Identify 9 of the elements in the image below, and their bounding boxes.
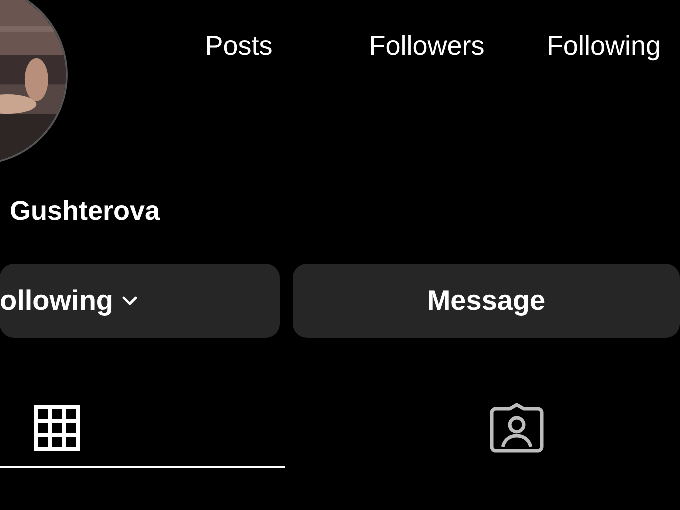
chevron-down-icon [122,296,138,306]
stat-label[interactable]: Posts [205,28,273,68]
person-tag-icon [490,403,544,453]
grid-icon [33,404,81,452]
stat-label[interactable]: Following [546,28,661,68]
profile-button[interactable]: Message [293,264,680,338]
stat-label[interactable]: Followers [369,28,485,68]
profile-name: Gushterova [10,196,160,226]
profile-button[interactable]: ollowing [0,264,280,338]
